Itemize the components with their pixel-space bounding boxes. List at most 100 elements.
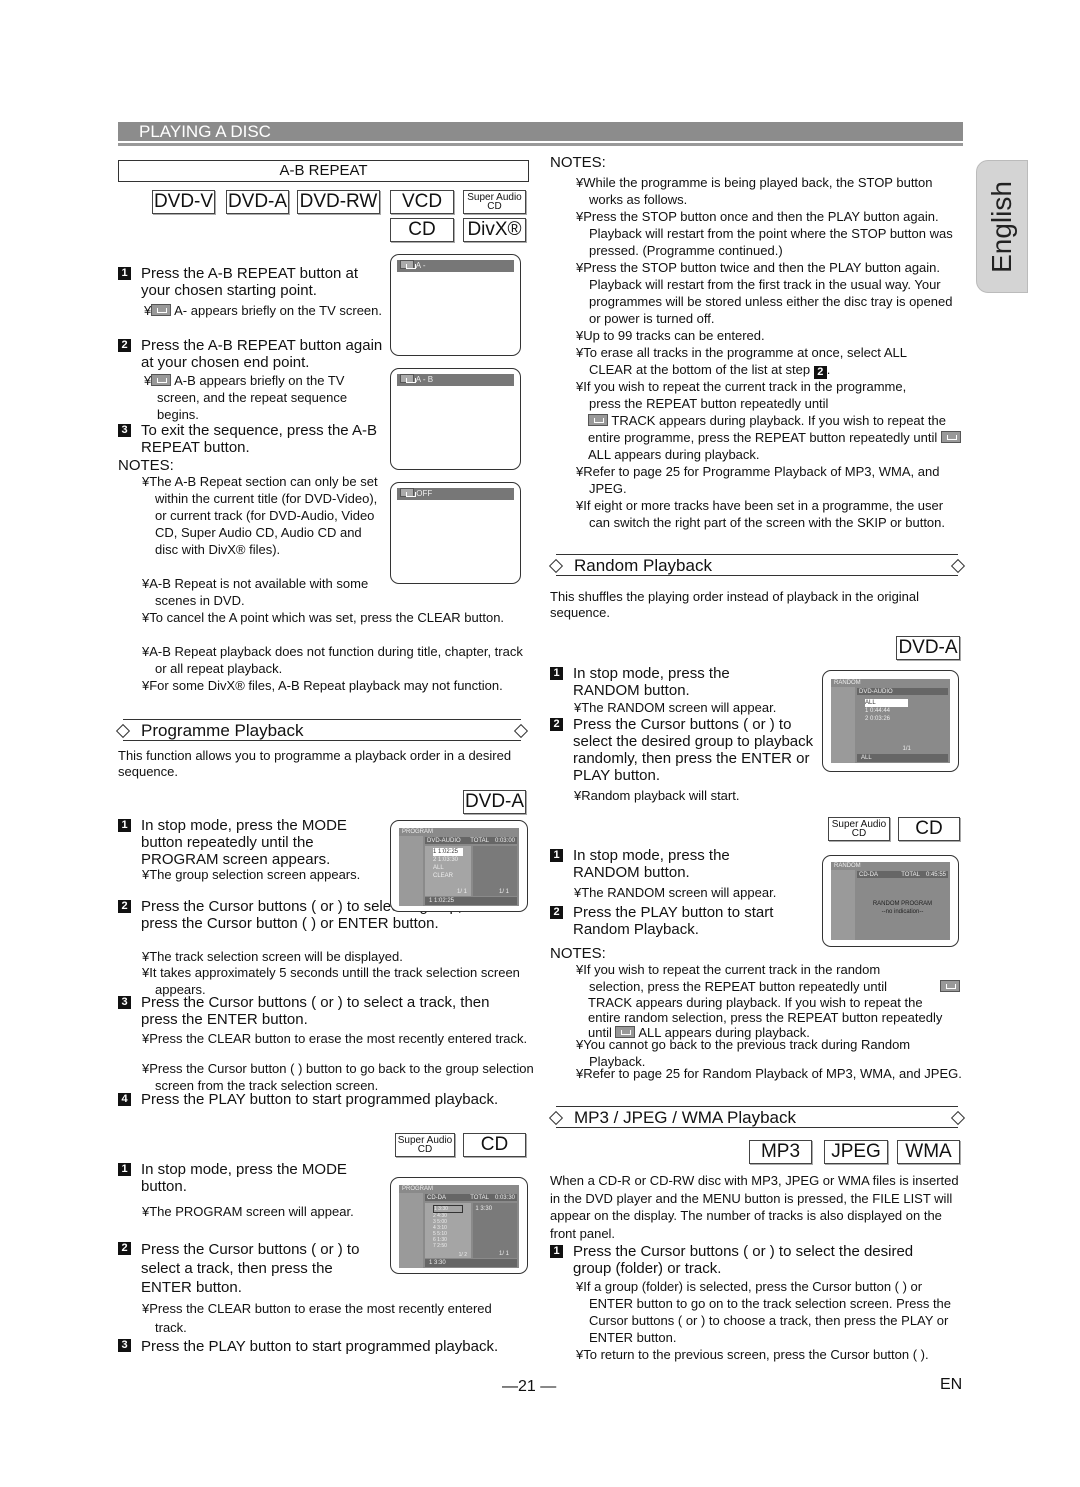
step-number: 3 [118,1339,131,1352]
tv-screen-off: OFF [390,482,521,584]
mp3-description: When a CD-R or CD-RW disc with MP3, JPEG… [550,1173,959,1241]
page-number: —21 — [502,1378,557,1395]
badge-dvd-a: DVD-A [226,190,289,214]
language-code: EN [940,1376,963,1393]
programme-note: ¥If you wish to repeat the current track… [576,379,907,411]
screen-text: A - [415,261,426,270]
step-text: Press the Cursor buttons ( or ) to selec… [573,1243,914,1277]
total-label: TOTAL [470,1195,489,1201]
mp3-jpeg-wma-header: MP3 / JPEG / WMA Playback [556,1106,958,1128]
list-item[interactable]: 2 0:03:26 [865,715,908,723]
screen-source: DVD-AUDIO [427,838,461,844]
step-number: 2 [118,1242,131,1255]
program-item: 1 3:30 [475,1206,493,1212]
screen-footer: 1 3:30 [425,1259,517,1267]
prog-dvd-step-3: 3 Press the Cursor buttons ( or ) to sele… [118,994,518,1028]
section-title: PLAYING A DISC [139,122,271,141]
random-note: ¥Refer to page 25 for Random Playback of… [576,1066,962,1081]
step-note: ¥The RANDOM screen will appear. [574,885,777,900]
badge-super-audio-cd: Super Audio CD [463,190,526,214]
screen-source: DVD-AUDIO [857,688,948,695]
badge-dvd-v: DVD-V [152,190,215,214]
random-dvd-step-2: 2 Press the Cursor buttons ( or ) to sele… [550,716,818,784]
cursor-keys-icon [399,836,423,906]
screen-title: RANDOM [834,680,861,686]
badge-super-audio-cd: Super Audio CD [828,817,890,841]
badge-cd: CD [390,218,454,242]
tv-screen-ab: A - B [390,368,521,470]
programme-note: ¥Refer to page 25 for Programme Playback… [576,464,940,496]
screen-title: PROGRAM [402,1186,434,1192]
ab-note: ¥To cancel the A point which was set, pr… [142,610,505,625]
step-number: 1 [118,267,131,280]
step-number: 3 [118,996,131,1009]
step-text: Press the PLAY button to start Random Pl… [573,904,774,938]
programme-note: ¥To erase all tracks in the programme at… [576,345,907,379]
step-text: Press the PLAY button to start programme… [141,1091,499,1108]
ab-repeat-title: A-B REPEAT [118,160,529,182]
badge-dvd-a: DVD-A [463,790,526,814]
list-item[interactable]: 2 1:03:30 [433,856,463,864]
random-note: ¥You cannot go back to the previous trac… [576,1037,911,1069]
random-screen-dvd: RANDOM DVD-AUDIO ALL 1 0:44:44 2 0:03:26 1/… [822,670,959,772]
mp3-step-1: 1 Press the Cursor buttons ( or ) to sele… [550,1243,950,1277]
screen-text: A - B [415,375,434,384]
list-item[interactable]: ALL CLEAR [433,864,463,880]
repeat-icon [940,978,960,996]
badge-dvd-rw: DVD-RW [297,190,380,214]
list-item[interactable]: 1 3:30 [433,1205,463,1213]
ab-step-2: 2 Press the A-B REPEAT button again at yo… [118,337,383,371]
prog-cd-step-3: 3 Press the PLAY button to start programm… [118,1337,528,1356]
step-text: Press the Cursor buttons ( or ) to selec… [141,994,490,1028]
screen-text: OFF [416,489,433,498]
ab-step-1: 1 Press the A-B REPEAT button at your cho… [118,265,383,299]
notes-heading: NOTES: [550,945,606,962]
repeat-icon [400,374,416,383]
step-number: 2 [118,900,131,913]
step-text: Press the Cursor buttons ( or ) to selec… [573,716,814,784]
badge-cd: CD [463,1133,526,1157]
list-item[interactable]: ALL [865,699,908,707]
prog-cd-step-2: 2 Press the Cursor buttons ( or ) to sele… [118,1240,386,1297]
list-item[interactable]: 1 1:02:25 [433,848,463,856]
list-item[interactable]: 1 0:44:44 [865,707,908,715]
header-rule [118,143,963,146]
random-dvd-step-1: 1 In stop mode, press the RANDOM button. [550,665,780,699]
screen-message: RANDOM PROGRAM [872,901,933,907]
random-note: ¥If you wish to repeat the current track… [576,962,887,994]
cursor-keys-icon [831,687,855,763]
note-text: A- appears briefly on the TV screen. [174,303,383,318]
list-item[interactable]: 7 2:50 [433,1243,463,1249]
screen-submessage: --no indication-- [881,909,924,915]
step-note: ¥The PROGRAM screen will appear. [142,1204,354,1219]
step-note: ¥The track selection screen will be disp… [142,949,403,964]
program-screen-dvd: PROGRAM DVD-AUDIO TOTAL 0:03:00 1 1:02:25… [390,820,528,912]
step-note: ¥Press the CLEAR button to erase the mos… [142,1031,528,1046]
step-number: 1 [550,849,563,862]
step-number: 2 [550,718,563,731]
language-tab: English [976,160,1028,293]
programme-playback-header: Programme Playback [123,719,521,741]
step-note: ¥If a group (folder) is selected, press … [576,1279,952,1345]
repeat-icon [151,374,172,386]
random-screen-cd: RANDOM CD-DA TOTAL 0:45:55 RANDOM PROGRAM -… [822,855,959,947]
step-note: ¥Random playback will start. [574,788,740,803]
total-time: 0:45:55 [925,872,946,878]
repeat-icon [588,414,608,426]
step-text: In stop mode, press the RANDOM button. [573,665,730,699]
programme-note: ¥While the programme is being played bac… [576,175,933,207]
ab-note: ¥For some DivX® files, A-B Repeat playba… [142,678,503,693]
ab-note: ¥A-B Repeat playback does not function d… [142,644,523,676]
screen-source: CD-DA [427,1195,446,1201]
programme-note: ¥If eight or more tracks have been set i… [576,498,946,530]
step-note: ¥The RANDOM screen will appear. [574,700,777,715]
step-text: Press the PLAY button to start programme… [141,1338,499,1355]
notes-heading: NOTES: [550,154,606,171]
total-label: TOTAL [470,838,489,844]
page-indicator: 1/ 2 [458,1252,467,1258]
step-text: Press the A-B REPEAT button at your chos… [141,265,359,299]
badge-divx: DivX® [463,218,526,242]
total-label: TOTAL [901,872,920,878]
step-text: In stop mode, press the MODE button repe… [141,817,347,868]
repeat-icon [151,304,172,316]
